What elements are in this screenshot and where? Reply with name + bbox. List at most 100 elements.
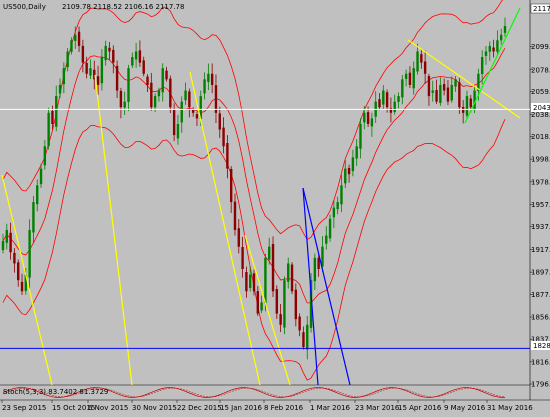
candle-body [404,73,408,79]
candle-body [142,60,145,74]
candle-body [39,168,43,185]
candle-body [112,49,115,63]
candle-body [260,302,263,311]
candle-body [446,87,450,102]
candle-body [435,90,438,102]
candle-body [89,68,92,76]
candle-body [287,263,290,282]
time-tick: 15 Jan 2016 [220,404,263,412]
candle-body [328,218,332,239]
candle-body [397,96,400,102]
candle-body [169,78,172,108]
candle-body [32,202,35,233]
candle-body [283,280,286,328]
price-chart[interactable]: US500,Daily 2109.78 2118.52 2106.16 2117… [0,0,550,413]
candle-body [237,228,240,247]
candle-body [119,90,123,108]
stoch-label: Stoch(5,3,3) 83.7402 81.3729 [3,388,108,396]
candle-body [214,85,218,113]
candle-body [306,324,309,350]
candle-body [359,123,362,149]
candle-body [248,274,252,289]
candle-body [442,84,446,91]
candle-body [484,51,488,56]
candle-body [420,54,423,63]
candle-body [370,118,374,127]
price-tick: 1917.50 [531,246,550,254]
candle-body [427,76,431,97]
price-tick: 1816.70 [531,358,550,366]
candle-body [17,262,20,281]
candle-body [408,72,412,85]
candle-body [62,68,66,85]
candle-body [458,82,461,108]
candle-body [210,73,214,85]
candle-body [77,31,81,46]
blue-level-label: 1828.89 [533,342,550,350]
candle-body [385,92,389,108]
candle-body [256,291,260,314]
candle-body [172,109,176,136]
candle-body [66,51,69,68]
candle-body [336,202,339,210]
candle-body [138,50,142,63]
candle-body [344,168,347,184]
candle-body [188,91,191,108]
candle-body [469,98,472,108]
candle-body [13,252,16,264]
candle-body [439,84,442,103]
candle-body [423,61,427,74]
candle-body [203,79,206,94]
candle-body [416,51,419,72]
plot-area[interactable] [0,0,530,385]
price-tick: 2018.90 [531,133,550,141]
candle-body [382,90,385,105]
candle-body [43,146,47,166]
candle-body [131,57,134,66]
candle-body [454,79,457,87]
chart-window[interactable]: US500,Daily 2109.78 2118.52 2106.16 2117… [0,0,550,413]
candle-body [294,289,298,320]
candle-body [161,68,164,93]
candle-body [36,185,39,205]
candle-body [461,107,465,113]
candle-body [1,241,5,251]
candle-body [496,40,499,52]
candle-body [355,146,358,159]
candle-body [492,47,495,52]
candle-body [127,68,130,102]
candle-body [58,84,62,94]
time-tick: 23 Sep 2015 [2,404,46,412]
time-tick: 15 Apr 2016 [398,404,442,412]
candle-body [431,90,434,93]
ohlc-label: 2109.78 2118.52 2106.16 2117.78 [62,3,184,11]
candle-body [499,34,503,41]
candle-body [252,273,256,292]
candle-body [279,314,282,325]
price-tick: 1877.30 [531,291,550,299]
candle-body [233,201,237,230]
candle-body [378,99,381,108]
time-axis-ticks: 23 Sep 2015 15 Oct 20156 Nov 2015 30 Nov 2… [1,400,533,412]
time-tick: 31 May 2016 [487,404,533,412]
candle-body [47,112,50,146]
time-tick: 8 Feb 2016 [264,404,304,412]
candle-body [393,101,396,113]
candle-body [165,70,168,80]
candle-body [55,96,58,127]
candle-body [218,113,221,130]
candle-body [176,123,180,139]
current-price-label: 2117.78 [533,5,550,13]
price-tick: 2099.30 [531,43,550,51]
candle-body [241,247,244,269]
symbol-label: US500,Daily [3,3,46,11]
time-tick: 9 May 2016 [444,404,486,412]
candle-body [313,257,317,282]
candle-body [100,57,104,84]
price-tick: 2078.60 [531,66,550,74]
candle-body [465,96,469,116]
candle-body [503,26,507,33]
white-level-label: 2043.11 [533,104,550,112]
price-tick: 1897.20 [531,269,550,277]
candle-body [351,157,355,172]
